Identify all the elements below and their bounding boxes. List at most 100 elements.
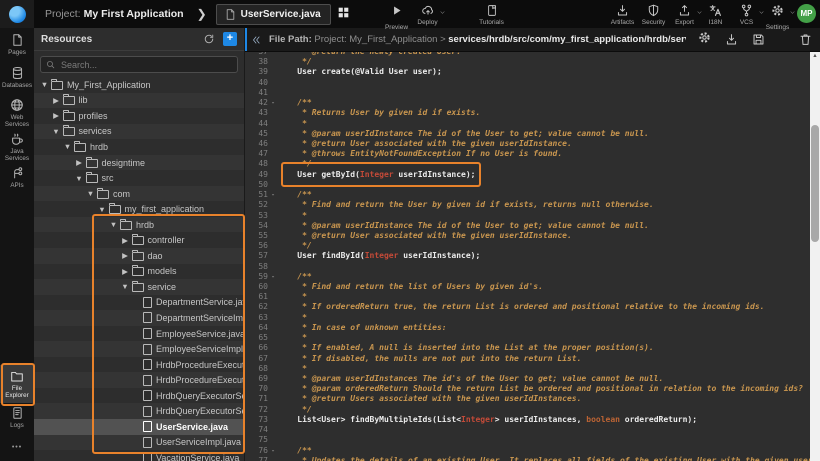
tree-item[interactable]: DepartmentService.java <box>34 295 244 311</box>
tree-item[interactable]: ▼my_first_application <box>34 201 244 217</box>
code-line[interactable]: 69 * @param userIdInstances The id's of … <box>245 374 810 384</box>
code-line[interactable]: 61 * <box>245 292 810 302</box>
add-resource-button[interactable]: + <box>223 32 237 46</box>
tree-item[interactable]: ▼com <box>34 186 244 202</box>
tree-item[interactable]: ▼My_First_Application <box>34 77 244 93</box>
editor-scrollbar[interactable]: ▲ <box>810 52 820 461</box>
tree-item[interactable]: DepartmentServiceImpl.jav <box>34 310 244 326</box>
code-line[interactable]: 77 * Updates the details of an existing … <box>245 456 810 461</box>
code-line[interactable]: 58 <box>245 262 810 272</box>
code-line[interactable]: 59- /** <box>245 272 810 282</box>
tab-userservice-java[interactable]: UserService.java <box>216 4 331 25</box>
sidebar-item-databases[interactable]: Databases <box>0 66 34 89</box>
sidebar-item-file-explorer[interactable]: File Explorer <box>0 365 34 403</box>
grid-layout-icon[interactable] <box>338 5 349 23</box>
code-line[interactable]: 76- /** <box>245 446 810 456</box>
security-button[interactable]: Security <box>638 2 669 31</box>
tree-item[interactable]: VacationService.java <box>34 450 244 461</box>
more-options-button[interactable]: ••• <box>0 444 34 451</box>
file-settings-gear-icon[interactable] <box>698 31 711 49</box>
tree-toggle-icon[interactable]: ▶ <box>50 111 63 120</box>
tree-item[interactable]: ▶profiles <box>34 108 244 124</box>
code-line[interactable]: 68 * <box>245 364 810 374</box>
code-line[interactable]: 41 <box>245 88 810 98</box>
tree-toggle-icon[interactable]: ▶ <box>119 236 132 245</box>
export-button[interactable]: Export <box>669 2 700 31</box>
code-line[interactable]: 56 */ <box>245 241 810 251</box>
code-line[interactable]: 63 * <box>245 313 810 323</box>
sidebar-item-web-services[interactable]: Web Services <box>0 98 34 128</box>
code-line[interactable]: 48 */ <box>245 159 810 169</box>
code-line[interactable]: 51- /** <box>245 190 810 200</box>
code-line[interactable]: 65 * <box>245 333 810 343</box>
tree-item[interactable]: ▶models <box>34 264 244 280</box>
panel-resize-handle[interactable] <box>245 28 247 51</box>
tree-item[interactable]: EmployeeServiceImpl.java <box>34 341 244 357</box>
trash-icon[interactable] <box>799 33 812 46</box>
tree-toggle-icon[interactable]: ▼ <box>38 80 51 89</box>
code-line[interactable]: 64 * In case of unknown entities: <box>245 323 810 333</box>
tree-item[interactable]: ▶dao <box>34 248 244 264</box>
chevron-right-icon[interactable]: ❯ <box>197 7 207 21</box>
code-line[interactable]: 74 <box>245 425 810 435</box>
collapse-panel-icon[interactable] <box>251 35 261 45</box>
code-line[interactable]: 53 * <box>245 211 810 221</box>
scroll-up-arrow-icon[interactable]: ▲ <box>810 52 820 61</box>
fold-marker-icon[interactable]: - <box>268 98 278 108</box>
scrollbar-thumb[interactable] <box>811 125 819 242</box>
deploy-button[interactable]: Deploy <box>412 2 443 31</box>
tree-item[interactable]: ▶designtime <box>34 155 244 171</box>
fold-marker-icon[interactable]: - <box>268 190 278 200</box>
refresh-icon[interactable] <box>203 33 215 45</box>
code-line[interactable]: 42- /** <box>245 98 810 108</box>
code-line[interactable]: 47 * @throws EntityNotFoundException If … <box>245 149 810 159</box>
tree-item[interactable]: HrdbQueryExecutorService <box>34 403 244 419</box>
code-pane[interactable]: 37 * @return the newly created User.38 *… <box>245 52 810 461</box>
code-line[interactable]: 43 * Returns User by given id if exists. <box>245 108 810 118</box>
sidebar-item-apis[interactable]: APIs <box>0 166 34 189</box>
tree-toggle-icon[interactable]: ▼ <box>84 189 97 198</box>
tree-toggle-icon[interactable]: ▶ <box>73 158 86 167</box>
app-logo[interactable] <box>0 0 34 28</box>
tree-item[interactable]: UserService.java <box>34 419 244 435</box>
tree-item[interactable]: ▼hrdb <box>34 217 244 233</box>
sidebar-item-pages[interactable]: Pages <box>0 33 34 56</box>
tree-item[interactable]: UserServiceImpl.java <box>34 435 244 451</box>
tree-item[interactable]: HrdbProcedureExecutorSe <box>34 357 244 373</box>
sidebar-item-logs[interactable]: Logs <box>0 406 34 429</box>
code-line[interactable]: 75 <box>245 435 810 445</box>
artifacts-button[interactable]: Artifacts <box>607 2 638 31</box>
download-file-icon[interactable] <box>725 33 738 46</box>
tree-item[interactable]: ▼service <box>34 279 244 295</box>
resource-search[interactable] <box>40 56 238 73</box>
tree-toggle-icon[interactable]: ▼ <box>96 205 109 214</box>
tree-toggle-icon[interactable]: ▼ <box>73 174 86 183</box>
code-line[interactable]: 62 * If orderedReturn true, the return L… <box>245 302 810 312</box>
tree-item[interactable]: ▶controller <box>34 232 244 248</box>
fold-marker-icon[interactable]: - <box>268 272 278 282</box>
tree-item[interactable]: EmployeeService.java <box>34 326 244 342</box>
search-input[interactable] <box>59 59 232 71</box>
code-line[interactable]: 72 */ <box>245 405 810 415</box>
code-line[interactable]: 67 * If disabled, the nulls are not put … <box>245 354 810 364</box>
settings-button[interactable]: Settings <box>762 2 793 31</box>
fold-marker-icon[interactable]: - <box>268 446 278 456</box>
sidebar-item-java-services[interactable]: Java Services <box>0 132 34 162</box>
tree-toggle-icon[interactable]: ▼ <box>119 282 132 291</box>
vcs-button[interactable]: VCS <box>731 2 762 31</box>
code-line[interactable]: 52 * Find and return the User by given i… <box>245 200 810 210</box>
code-line[interactable]: 70 * @param orderedReturn Should the ret… <box>245 384 810 394</box>
tree-toggle-icon[interactable]: ▼ <box>107 220 120 229</box>
code-line[interactable]: 44 * <box>245 119 810 129</box>
tree-item[interactable]: ▼hrdb <box>34 139 244 155</box>
tree-item[interactable]: HrdbQueryExecutorService <box>34 388 244 404</box>
code-line[interactable]: 54 * @param userIdInstance The id of the… <box>245 221 810 231</box>
code-line[interactable]: 45 * @param userIdInstance The id of the… <box>245 129 810 139</box>
code-line[interactable]: 40 <box>245 78 810 88</box>
tree-item[interactable]: ▶lib <box>34 93 244 109</box>
tree-item[interactable]: ▼services <box>34 124 244 140</box>
tree-item[interactable]: HrdbProcedureExecutorSe <box>34 372 244 388</box>
code-line[interactable]: 39 User create(@Valid User user); <box>245 67 810 77</box>
tree-toggle-icon[interactable]: ▼ <box>50 127 63 136</box>
user-avatar[interactable]: MP <box>797 4 816 23</box>
